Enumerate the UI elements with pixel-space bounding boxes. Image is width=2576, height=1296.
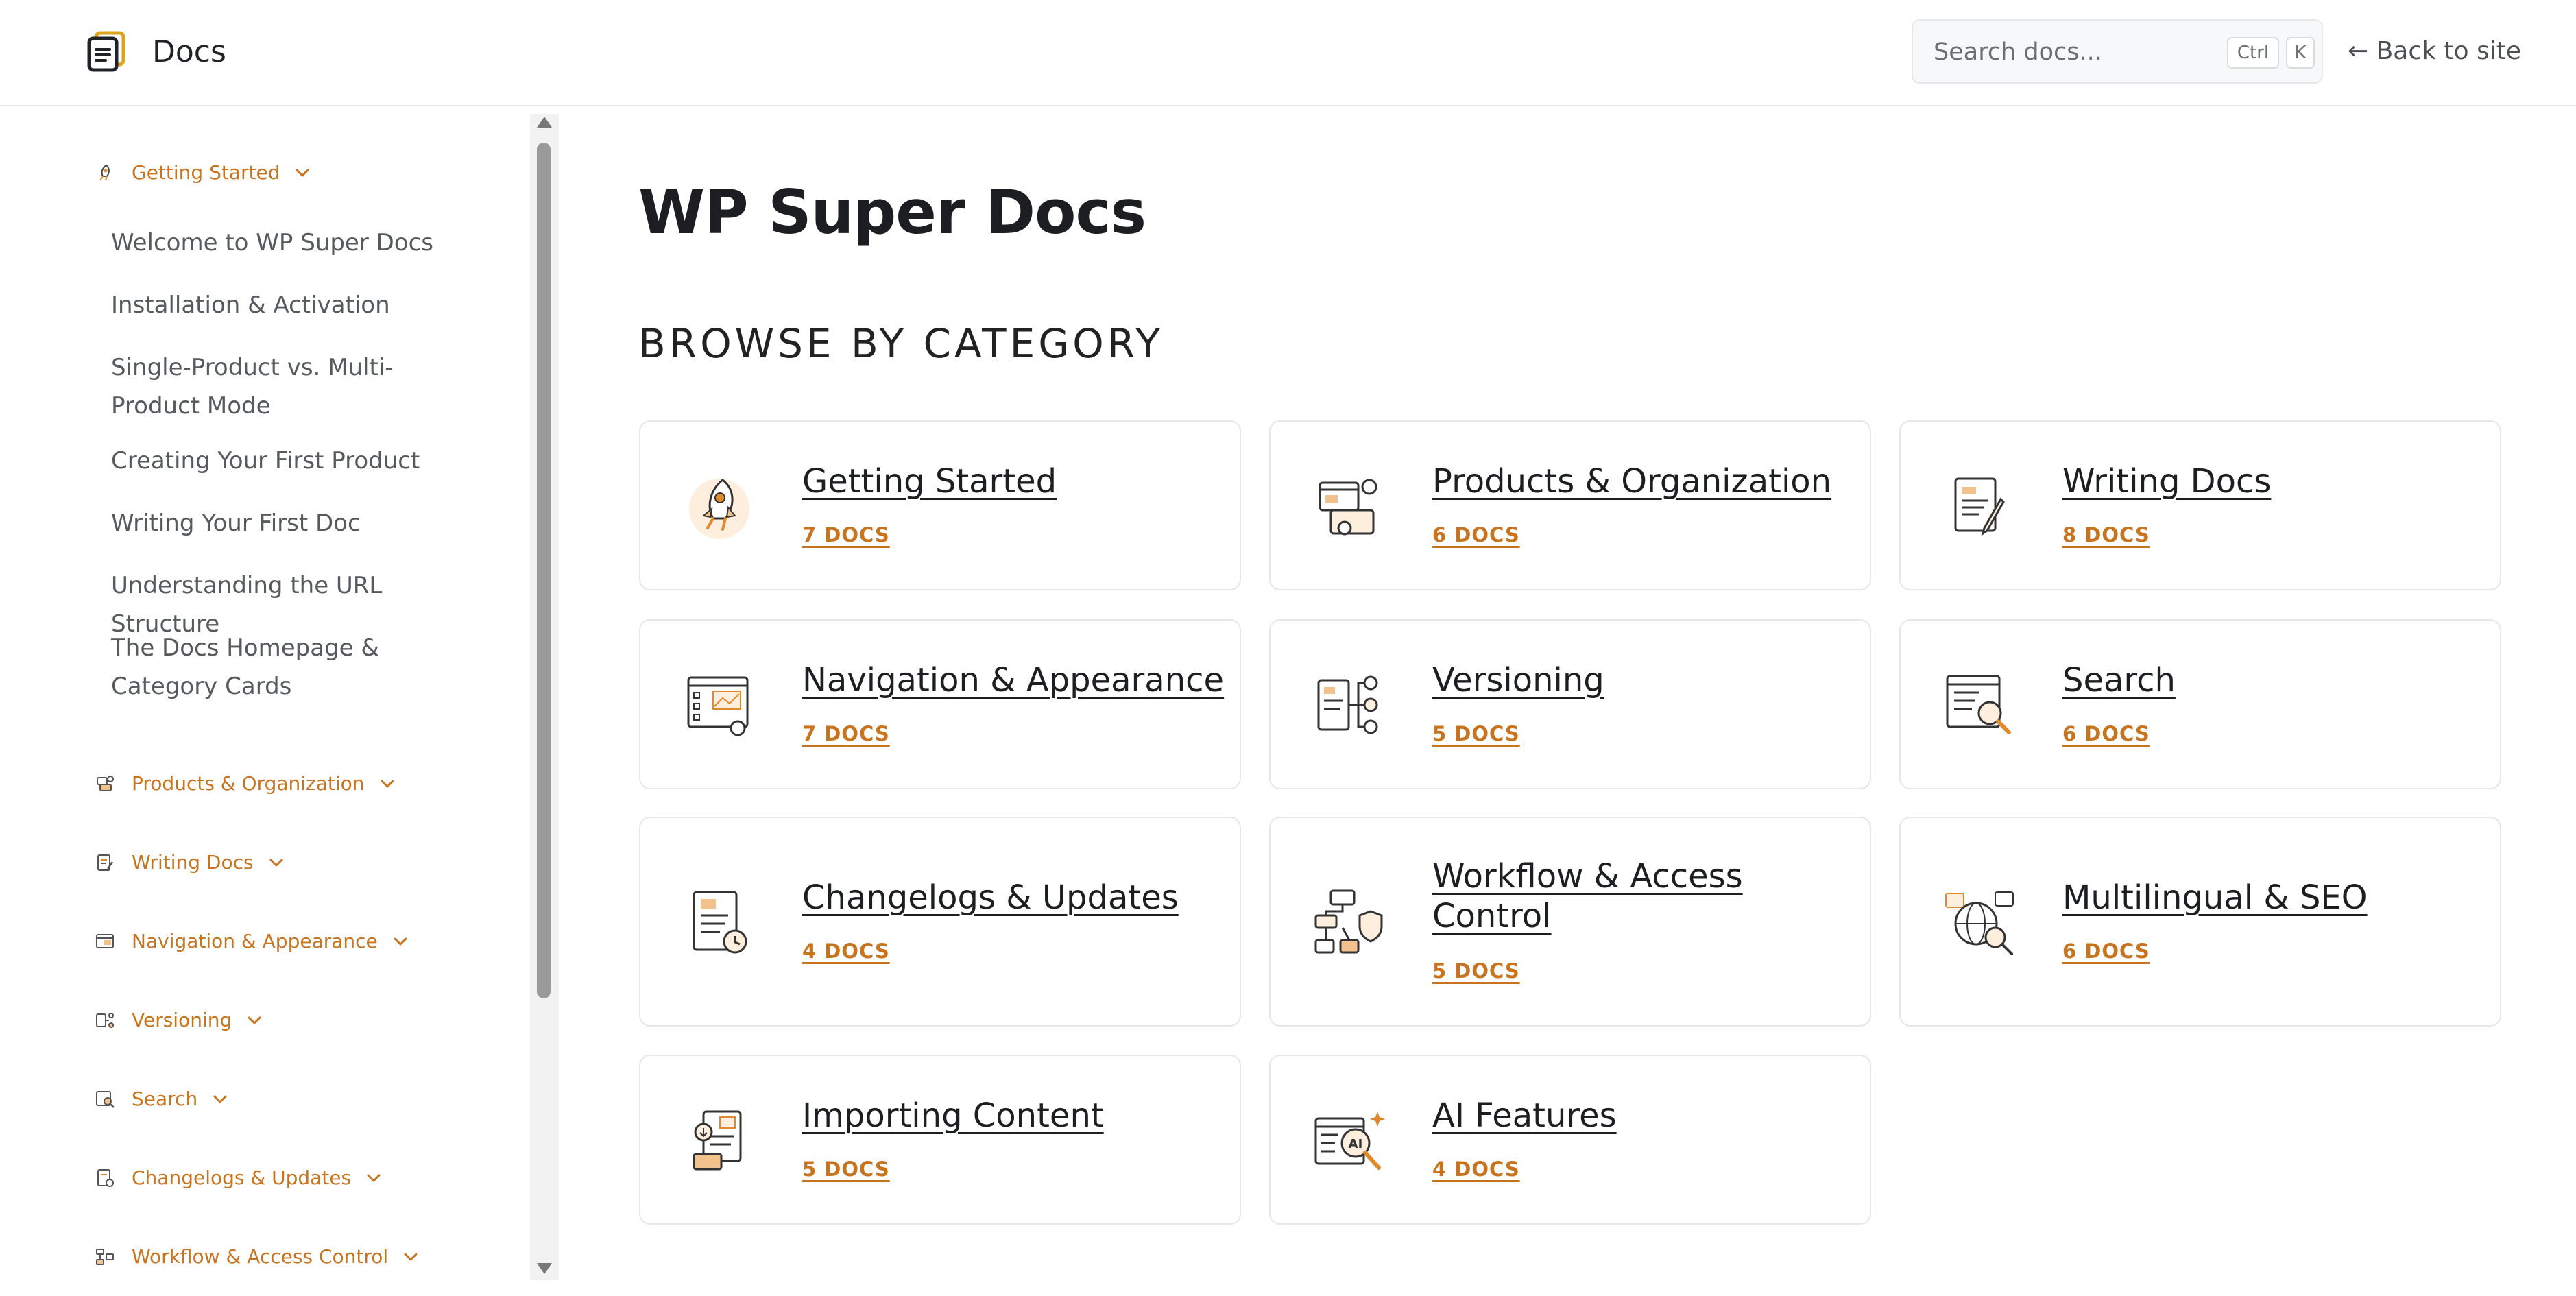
sidebar-scrollbar[interactable]: [530, 114, 559, 1280]
section-title: BROWSE BY CATEGORY: [638, 320, 1164, 367]
sidebar-category-label: Versioning: [132, 1009, 232, 1031]
chevron-down-icon[interactable]: [293, 164, 311, 182]
brand-name[interactable]: Docs: [152, 34, 226, 70]
chevron-down-icon[interactable]: [267, 854, 285, 872]
site-header: Docs Search docs... Ctrl K ← Back to sit…: [0, 0, 2576, 106]
importing-icon: [693, 1110, 742, 1171]
chevron-down-icon[interactable]: [211, 1090, 229, 1108]
versioning-icon: [1317, 675, 1378, 734]
card-doc-count[interactable]: 5 DOCS: [802, 1156, 890, 1182]
card-title[interactable]: Navigation & Appearance: [802, 660, 1227, 700]
rocket-icon: [689, 479, 749, 539]
sidebar-category-label: Getting Started: [132, 161, 280, 184]
card-title[interactable]: Writing Docs: [2062, 461, 2488, 501]
sidebar-doc-link[interactable]: Installation & Activation: [111, 286, 481, 324]
sidebar-category-workflow-access[interactable]: Workflow & Access Control: [95, 1245, 420, 1269]
card-doc-count[interactable]: 6 DOCS: [2062, 721, 2150, 747]
card-doc-count[interactable]: 4 DOCS: [802, 938, 890, 964]
sidebar-category-label: Writing Docs: [132, 851, 254, 874]
shortcut-k-key: K: [2286, 37, 2315, 69]
versioning-icon: [96, 1013, 114, 1028]
search-input[interactable]: Search docs... Ctrl K: [1912, 19, 2323, 84]
scroll-down-arrow[interactable]: [537, 1263, 552, 1274]
sidebar-category-search[interactable]: Search: [95, 1087, 229, 1112]
card-doc-count[interactable]: 4 DOCS: [1432, 1156, 1520, 1182]
sidebar-doc-link[interactable]: Single-Product vs. Multi-Product Mode: [111, 348, 481, 425]
card-doc-count[interactable]: 8 DOCS: [2062, 522, 2150, 548]
card-title[interactable]: AI Features: [1432, 1096, 1857, 1136]
card-title[interactable]: Versioning: [1432, 660, 1857, 700]
sidebar-category-label: Products & Organization: [132, 772, 365, 795]
sidebar-category-label: Navigation & Appearance: [132, 930, 378, 952]
sidebar-nav: Getting Started Welcome to WP Super Docs…: [0, 107, 559, 1296]
products-icon: [1319, 479, 1377, 536]
card-doc-count[interactable]: 6 DOCS: [2062, 938, 2150, 964]
card-doc-count[interactable]: 5 DOCS: [1432, 721, 1520, 747]
sidebar-doc-link[interactable]: The Docs Homepage & Category Cards: [111, 629, 481, 706]
navigation-icon: [687, 676, 749, 736]
card-title[interactable]: Search: [2062, 660, 2488, 700]
page-title: WP Super Docs: [638, 177, 1146, 248]
card-title[interactable]: Multilingual & SEO: [2062, 878, 2488, 917]
scroll-up-arrow[interactable]: [537, 117, 552, 128]
svg-text:AI: AI: [1349, 1137, 1363, 1151]
sidebar-category-versioning[interactable]: Versioning: [95, 1008, 263, 1033]
category-card-getting-started[interactable]: Getting Started 7 DOCS: [639, 420, 1241, 590]
navigation-icon: [96, 934, 114, 948]
docs-logo-icon[interactable]: [86, 30, 128, 73]
category-card-versioning[interactable]: Versioning 5 DOCS: [1269, 619, 1871, 789]
card-title[interactable]: Workflow & Access Control: [1432, 856, 1857, 936]
rocket-icon: [99, 164, 110, 181]
products-icon: [97, 776, 114, 791]
category-card-search[interactable]: Search 6 DOCS: [1899, 619, 2501, 789]
sidebar-category-navigation-appearance[interactable]: Navigation & Appearance: [95, 929, 409, 954]
workflow-icon: [96, 1249, 114, 1265]
scrollbar-thumb[interactable]: [537, 143, 551, 998]
category-card-multilingual-seo[interactable]: Multilingual & SEO 6 DOCS: [1899, 817, 2501, 1027]
card-title[interactable]: Getting Started: [802, 461, 1227, 501]
sidebar-doc-link[interactable]: Welcome to WP Super Docs: [111, 224, 481, 262]
multilingual-icon: [1945, 891, 2014, 955]
chevron-down-icon[interactable]: [378, 775, 396, 793]
chevron-down-icon[interactable]: [245, 1011, 263, 1029]
chevron-down-icon[interactable]: [365, 1169, 383, 1187]
writing-icon: [1954, 477, 2005, 536]
sidebar-doc-link[interactable]: Writing Your First Doc: [111, 504, 481, 542]
back-to-site-link[interactable]: ← Back to site: [2348, 34, 2521, 69]
writing-icon: [97, 854, 114, 871]
category-card-changelogs-updates[interactable]: Changelogs & Updates 4 DOCS: [639, 817, 1241, 1027]
shortcut-ctrl-key: Ctrl: [2227, 37, 2279, 69]
sidebar-category-getting-started[interactable]: Getting Started: [95, 160, 311, 185]
sidebar-category-writing-docs[interactable]: Writing Docs: [95, 850, 285, 875]
card-doc-count[interactable]: 5 DOCS: [1432, 958, 1520, 984]
changelog-icon: [97, 1169, 114, 1187]
card-doc-count[interactable]: 7 DOCS: [802, 522, 890, 548]
card-doc-count[interactable]: 7 DOCS: [802, 721, 890, 747]
card-title[interactable]: Products & Organization: [1432, 461, 1857, 501]
category-card-importing-content[interactable]: Importing Content 5 DOCS: [639, 1055, 1241, 1225]
search-doc-icon: [96, 1091, 115, 1108]
category-card-workflow-access[interactable]: Workflow & Access Control 5 DOCS: [1269, 817, 1871, 1027]
ai-icon: AI: [1314, 1112, 1385, 1170]
sidebar-category-label: Workflow & Access Control: [132, 1245, 389, 1268]
card-doc-count[interactable]: 6 DOCS: [1432, 522, 1520, 548]
sidebar-category-label: Changelogs & Updates: [132, 1166, 352, 1189]
category-card-navigation-appearance[interactable]: Navigation & Appearance 7 DOCS: [639, 619, 1241, 789]
sidebar-category-changelogs-updates[interactable]: Changelogs & Updates: [95, 1166, 383, 1190]
workflow-icon: [1314, 889, 1383, 954]
sidebar-doc-link[interactable]: Creating Your First Product: [111, 442, 481, 480]
chevron-down-icon[interactable]: [392, 933, 409, 950]
sidebar-category-products-organization[interactable]: Products & Organization: [95, 771, 396, 796]
card-title[interactable]: Changelogs & Updates: [802, 878, 1227, 917]
card-title[interactable]: Importing Content: [802, 1096, 1227, 1136]
chevron-down-icon[interactable]: [402, 1248, 420, 1266]
category-card-ai-features[interactable]: AI AI Features 4 DOCS: [1269, 1055, 1871, 1225]
sidebar-category-label: Search: [132, 1088, 198, 1110]
category-card-writing-docs[interactable]: Writing Docs 8 DOCS: [1899, 420, 2501, 590]
changelog-icon: [693, 891, 747, 954]
category-card-products-organization[interactable]: Products & Organization 6 DOCS: [1269, 420, 1871, 590]
search-placeholder: Search docs...: [1934, 38, 2102, 66]
search-doc-icon: [1946, 675, 2011, 734]
